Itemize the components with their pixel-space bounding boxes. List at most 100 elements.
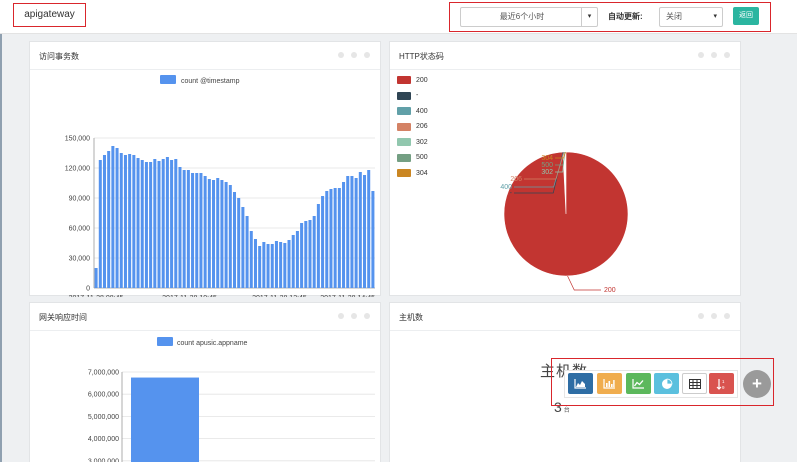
bar (216, 178, 220, 288)
bar (367, 170, 371, 288)
settings-icon[interactable] (338, 52, 344, 58)
bar (287, 240, 291, 288)
toolbar-highlight (551, 358, 774, 406)
auto-refresh-select[interactable]: 关闭 ▾ (659, 7, 723, 27)
bar (354, 178, 358, 288)
response-time-panel: 网关响应时间 count apusic.appname 3,000,000 4,0… (29, 302, 381, 462)
close-icon[interactable] (364, 313, 370, 319)
panel-title: HTTP状态码 (399, 52, 444, 61)
bar (241, 207, 245, 288)
panel-tools (698, 52, 730, 58)
bar (123, 155, 127, 288)
bar (337, 188, 341, 288)
bar (329, 189, 333, 288)
fullscreen-icon[interactable] (351, 313, 357, 319)
legend-label: count @timestamp (181, 78, 240, 85)
close-icon[interactable] (724, 52, 730, 58)
bar (295, 231, 299, 288)
top-bar: apigateway 最近6个小时 ▾ 自动更新: 关闭 ▾ 返回 (0, 0, 797, 34)
bar (333, 188, 337, 288)
bar (170, 160, 174, 288)
y-tick-label: 3,000,000 (88, 458, 119, 462)
bar (191, 173, 195, 288)
time-controls: 最近6个小时 ▾ 自动更新: 关闭 ▾ 返回 (449, 2, 771, 32)
settings-icon[interactable] (338, 313, 344, 319)
bar (174, 159, 178, 288)
requests-bar-chart: count @timestamp 0 30,000 60,000 90,000 120,… (65, 75, 375, 297)
close-icon[interactable] (364, 52, 370, 58)
y-tick-label: 120,000 (65, 166, 90, 173)
sidebar-edge (0, 34, 2, 462)
panel-title: 访问事务数 (39, 52, 79, 61)
pie-label-line (567, 275, 601, 291)
bar (149, 162, 153, 288)
time-range-value: 最近6个小时 (499, 12, 545, 21)
y-tick-label: 5,000,000 (88, 414, 119, 421)
bar (115, 148, 119, 288)
bar (350, 176, 354, 288)
bar (237, 198, 241, 288)
bar (363, 175, 367, 288)
bar (253, 239, 257, 288)
panel-tools (338, 313, 370, 319)
http-status-pie-chart: -400206302500304200 (500, 151, 629, 294)
bar (102, 155, 106, 288)
requests-panel: 访问事务数 count @timestamp 0 30,000 60,000 90,0… (29, 41, 381, 297)
y-tick-label: 30,000 (69, 256, 91, 263)
bar (195, 173, 199, 288)
x-tick-label: 2017-11-28 14:45 (320, 295, 375, 297)
bar (144, 162, 148, 288)
bar (212, 180, 216, 288)
fullscreen-icon[interactable] (711, 313, 717, 319)
bar (249, 231, 253, 288)
fullscreen-icon[interactable] (351, 52, 357, 58)
panel-header: 访问事务数 (30, 42, 380, 70)
bar (262, 242, 266, 288)
bar (203, 176, 207, 288)
y-tick-label: 4,000,000 (88, 436, 119, 443)
bar (153, 159, 157, 288)
fullscreen-icon[interactable] (711, 52, 717, 58)
back-button[interactable]: 返回 (733, 7, 759, 25)
bar (266, 244, 270, 288)
legend-swatch (160, 75, 176, 84)
bar (270, 244, 274, 288)
bar (207, 179, 211, 288)
bar (342, 182, 346, 288)
bar (182, 170, 186, 288)
bar (111, 146, 115, 288)
x-tick-label: 2017-11-28 10:45 (162, 295, 217, 297)
bar (358, 172, 362, 288)
bar (161, 159, 165, 288)
bar (291, 235, 295, 288)
pie-label: 304 (541, 155, 553, 162)
panel-header: 主机数 (390, 303, 740, 331)
http-status-panel: HTTP状态码 200-400 206 302 500 304 -400 206 302 50… (389, 41, 741, 296)
bar (128, 154, 132, 288)
x-tick-label: 2017-11-28 12:45 (252, 295, 307, 297)
settings-icon[interactable] (698, 313, 704, 319)
panel-header: 网关响应时间 (30, 303, 380, 331)
legend-label: count apusic.appname (177, 340, 248, 347)
y-tick-label: 150,000 (65, 136, 90, 143)
settings-icon[interactable] (698, 52, 704, 58)
bar (165, 157, 169, 288)
bar (308, 220, 312, 288)
bar (312, 216, 316, 288)
pie-label: 302 (541, 169, 553, 176)
auto-refresh-label: 自动更新: (608, 12, 643, 21)
close-icon[interactable] (724, 313, 730, 319)
bar (220, 180, 224, 288)
bar (300, 223, 304, 288)
pie-label: 500 (541, 162, 553, 169)
bar (283, 243, 287, 288)
caret-down-icon[interactable]: ▾ (581, 8, 597, 26)
legend-swatch (157, 337, 173, 346)
y-tick-label: 6,000,000 (88, 392, 119, 399)
pie-slice (503, 151, 629, 277)
caret-down-icon: ▾ (713, 13, 717, 20)
time-range-select[interactable]: 最近6个小时 ▾ (460, 7, 598, 27)
bar (228, 185, 232, 288)
bar (199, 173, 203, 288)
stat-unit: 台 (563, 408, 570, 414)
